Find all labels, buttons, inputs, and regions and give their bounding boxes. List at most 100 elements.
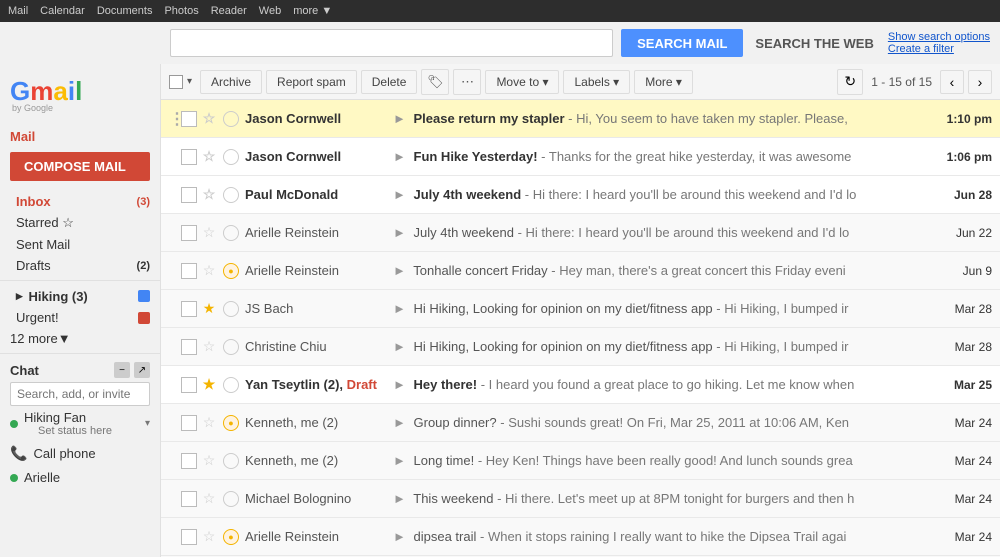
reply-arrow: ► [393,301,406,316]
chat-popout-btn[interactable]: ↗ [134,362,150,378]
email-checkbox[interactable] [181,111,197,127]
email-checkbox[interactable] [181,301,197,317]
tag-icon-btn[interactable]: 🏷 [421,69,449,95]
email-preview: - Hi Hiking, I bumped ir [716,339,848,354]
email-row-7[interactable]: ⋮⋮ ★ Yan Tseytlin (2), Draft ► Hey there… [161,366,1000,404]
nav-documents[interactable]: Documents [97,5,153,17]
sidebar-item-starred[interactable]: Starred ☆ [0,212,160,234]
email-preview: - When it stops raining I really want to… [480,529,846,544]
archive-button[interactable]: Archive [200,70,262,94]
email-row-8[interactable]: ⋮⋮ ☆ ● Kenneth, me (2) ► Group dinner? -… [161,404,1000,442]
search-web-button[interactable]: SEARCH THE WEB [755,36,873,51]
nav-calendar[interactable]: Calendar [40,5,85,17]
chat-circle [223,301,239,317]
call-phone-item[interactable]: 📞 Call phone [10,441,150,466]
email-checkbox[interactable] [181,377,197,393]
sidebar-item-urgent[interactable]: Urgent! [0,307,160,328]
sidebar-item-hiking[interactable]: ▸ Hiking (3) [0,285,160,307]
star-icon[interactable]: ☆ [201,262,217,279]
hiking-color-dot [138,290,150,302]
chat-circle [223,225,239,241]
search-mail-button[interactable]: SEARCH MAIL [621,29,743,57]
email-checkbox[interactable] [181,491,197,507]
chat-search-input[interactable] [10,382,150,406]
email-checkbox[interactable] [181,225,197,241]
inbox-badge: (3) [137,196,150,208]
next-page-button[interactable]: › [968,70,992,94]
email-checkbox[interactable] [181,339,197,355]
sidebar-divider-2 [0,353,160,354]
search-input[interactable] [170,29,613,57]
create-filter-link[interactable]: Create a filter [888,43,990,55]
nav-reader[interactable]: Reader [211,5,247,17]
reply-arrow: ► [393,491,406,506]
urgent-color-dot [138,312,150,324]
email-row-9[interactable]: ⋮⋮ ☆ Kenneth, me (2) ► Long time! - Hey … [161,442,1000,480]
chat-user-hiking-fan[interactable]: Hiking Fan Set status here ▾ [10,406,150,441]
show-search-options-link[interactable]: Show search options [888,31,990,43]
nav-more[interactable]: more ▼ [293,5,332,17]
email-time: Jun 9 [932,264,992,278]
star-icon[interactable]: ☆ [201,338,217,355]
refresh-button[interactable]: ↻ [837,69,863,95]
nav-mail[interactable]: Mail [8,5,28,17]
email-row-0[interactable]: ⋮⋮ ☆ Jason Cornwell ► Please return my s… [161,100,1000,138]
move-to-dropdown[interactable]: Move to ▾ [485,70,559,94]
chat-label: Chat − ↗ [10,362,150,378]
reply-arrow: ► [393,149,406,164]
email-checkbox[interactable] [181,149,197,165]
reply-arrow: ► [393,377,406,392]
chat-minimize-btn[interactable]: − [114,362,130,378]
star-icon[interactable]: ☆ [201,186,217,203]
nav-photos[interactable]: Photos [164,5,198,17]
email-preview: - Hi Hiking, I bumped ir [716,301,848,316]
delete-button[interactable]: Delete [361,70,418,94]
star-icon[interactable]: ★ [201,376,217,393]
star-icon[interactable]: ☆ [201,528,217,545]
prev-page-button[interactable]: ‹ [940,70,964,94]
select-all-checkbox[interactable] [169,75,183,89]
row-dots-empty: ⋮⋮ [169,185,179,205]
email-subject-preview: ► July 4th weekend - Hi there: I heard y… [385,225,932,240]
email-row-10[interactable]: ⋮⋮ ☆ Michael Bolognino ► This weekend - … [161,480,1000,518]
more-icon-btn[interactable]: ⋯ [453,69,481,95]
star-icon[interactable]: ☆ [201,110,217,127]
chat-user-arielle[interactable]: Arielle [10,466,150,489]
nav-web[interactable]: Web [259,5,281,17]
star-icon[interactable]: ☆ [201,452,217,469]
star-icon[interactable]: ★ [201,300,217,317]
star-icon[interactable]: ☆ [201,224,217,241]
email-checkbox[interactable] [181,263,197,279]
email-subject: Long time! [414,453,475,468]
sidebar-item-more[interactable]: 12 more▼ [0,328,160,349]
chat-circle [223,377,239,393]
email-checkbox[interactable] [181,187,197,203]
email-row-3[interactable]: ⋮⋮ ☆ Arielle Reinstein ► July 4th weeken… [161,214,1000,252]
email-checkbox[interactable] [181,453,197,469]
more-dropdown[interactable]: More ▾ [634,70,693,94]
row-dots-empty: ⋮⋮ [169,299,179,319]
star-icon[interactable]: ☆ [201,414,217,431]
email-row-5[interactable]: ⋮⋮ ★ JS Bach ► Hi Hiking, Looking for op… [161,290,1000,328]
email-row-2[interactable]: ⋮⋮ ☆ Paul McDonald ► July 4th weekend - … [161,176,1000,214]
email-checkbox[interactable] [181,415,197,431]
email-row-11[interactable]: ⋮⋮ ☆ ● Arielle Reinstein ► dipsea trail … [161,518,1000,556]
email-subject-preview: ► dipsea trail - When it stops raining I… [385,529,932,544]
email-time: Jun 28 [932,188,992,202]
email-checkbox[interactable] [181,529,197,545]
email-row-1[interactable]: ⋮⋮ ☆ Jason Cornwell ► Fun Hike Yesterday… [161,138,1000,176]
labels-dropdown[interactable]: Labels ▾ [563,70,630,94]
sidebar-item-sent[interactable]: Sent Mail [0,234,160,255]
email-row-6[interactable]: ⋮⋮ ☆ Christine Chiu ► Hi Hiking, Looking… [161,328,1000,366]
report-spam-button[interactable]: Report spam [266,70,357,94]
email-row-4[interactable]: ⋮⋮ ☆ ● Arielle Reinstein ► Tonhalle conc… [161,252,1000,290]
sidebar-item-drafts[interactable]: Drafts (2) [0,255,160,276]
compose-mail-button[interactable]: COMPOSE MAIL [10,152,150,181]
star-icon[interactable]: ☆ [201,148,217,165]
star-icon[interactable]: ☆ [201,490,217,507]
email-subject-preview: ► Hey there! - I heard you found a great… [385,377,932,392]
sidebar-item-inbox[interactable]: Inbox (3) [0,191,160,212]
select-dropdown-arrow[interactable]: ▾ [187,76,192,87]
row-dots: ⋮⋮ [169,109,179,129]
chat-circle [223,111,239,127]
